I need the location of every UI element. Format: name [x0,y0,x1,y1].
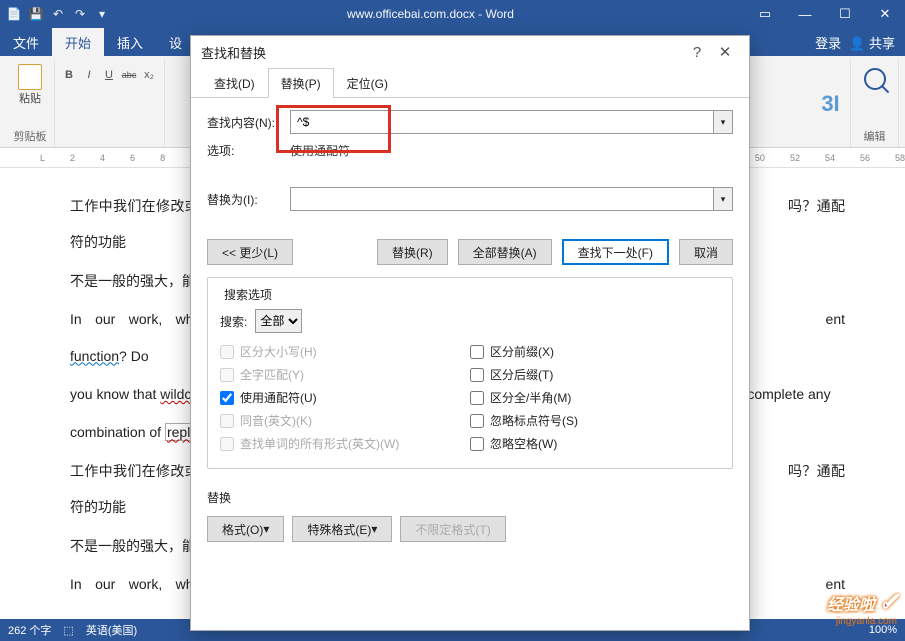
search-direction-select[interactable]: 全部 [255,309,302,333]
maximize-icon[interactable]: ☐ [825,0,865,28]
replace-dropdown-icon[interactable]: ▾ [713,187,733,211]
cb-whole-word [220,368,234,382]
replace-all-button[interactable]: 全部替换(A) [458,239,552,265]
replace-with-label: 替换为(I): [207,191,282,208]
no-format-button: 不限定格式(T) [400,516,505,542]
replace-button[interactable]: 替换(R) [377,239,448,265]
cb-prefix[interactable] [470,345,484,359]
highlight-box [276,105,391,153]
language[interactable]: 英语(美国) [86,622,137,638]
ribbon-options-icon[interactable]: ▭ [745,0,785,28]
dialog-close-button[interactable]: ✕ [711,38,739,66]
qat-dropdown-icon[interactable]: ▾ [94,6,110,22]
redo-icon[interactable]: ↷ [72,6,88,22]
clipboard-group-label: 剪贴板 [14,128,47,147]
italic-button[interactable]: I [80,66,98,84]
find-content-label: 查找内容(N): [207,114,282,131]
help-button[interactable]: ? [683,38,711,66]
edit-group-label: 编辑 [864,128,886,147]
cb-full-half[interactable] [470,391,484,405]
cb-wildcard[interactable] [220,391,234,405]
styles-icon[interactable]: 3I [821,91,839,117]
special-button[interactable]: 特殊格式(E) ▾ [292,516,392,542]
cb-ignore-punct[interactable] [470,414,484,428]
replace-section-label: 替换 [191,481,749,512]
word-count[interactable]: 262 个字 [8,622,51,638]
tab-goto[interactable]: 定位(G) [334,68,401,98]
cancel-button[interactable]: 取消 [679,239,733,265]
replace-with-input[interactable] [290,187,713,211]
find-button[interactable] [864,60,886,90]
underline-button[interactable]: U [100,66,118,84]
minimize-icon[interactable]: — [785,0,825,28]
close-icon[interactable]: ✕ [865,0,905,28]
find-replace-dialog: 查找和替换 ? ✕ 查找(D) 替换(P) 定位(G) 查找内容(N): ▾ 选… [190,35,750,631]
search-icon [864,68,886,90]
cb-suffix[interactable] [470,368,484,382]
undo-icon[interactable]: ↶ [50,6,66,22]
share-button[interactable]: 👤 共享 [849,33,895,52]
paste-button[interactable]: 粘贴 [11,60,49,110]
strike-button[interactable]: abc [120,66,138,84]
login-link[interactable]: 登录 [815,33,841,52]
search-direction-label: 搜索: [220,313,247,330]
cb-ignore-space[interactable] [470,437,484,451]
cb-homophone [220,414,234,428]
format-button[interactable]: 格式(O) ▾ [207,516,284,542]
cb-all-forms [220,437,234,451]
subscript-button[interactable]: x₂ [140,66,158,84]
tab-find[interactable]: 查找(D) [201,68,268,98]
dialog-title: 查找和替换 [201,43,266,62]
search-options-legend: 搜索选项 [220,286,276,303]
bold-button[interactable]: B [60,66,78,84]
tab-replace[interactable]: 替换(P) [268,68,334,98]
find-next-button[interactable]: 查找下一处(F) [562,239,669,265]
tab-insert[interactable]: 插入 [104,28,156,56]
tab-file[interactable]: 文件 [0,28,52,56]
app-icon: 📄 [6,6,22,22]
save-icon[interactable]: 💾 [28,6,44,22]
find-dropdown-icon[interactable]: ▾ [713,110,733,134]
tab-home[interactable]: 开始 [52,28,104,56]
proofing-icon[interactable]: ⬚ [63,624,73,637]
cb-match-case [220,345,234,359]
window-title: www.officebai.com.docx - Word [116,7,745,21]
options-label: 选项: [207,142,282,159]
watermark: 经验啦✓ jingyanla.com [827,588,899,617]
less-button[interactable]: << 更少(L) [207,239,293,265]
clipboard-icon [18,64,42,90]
